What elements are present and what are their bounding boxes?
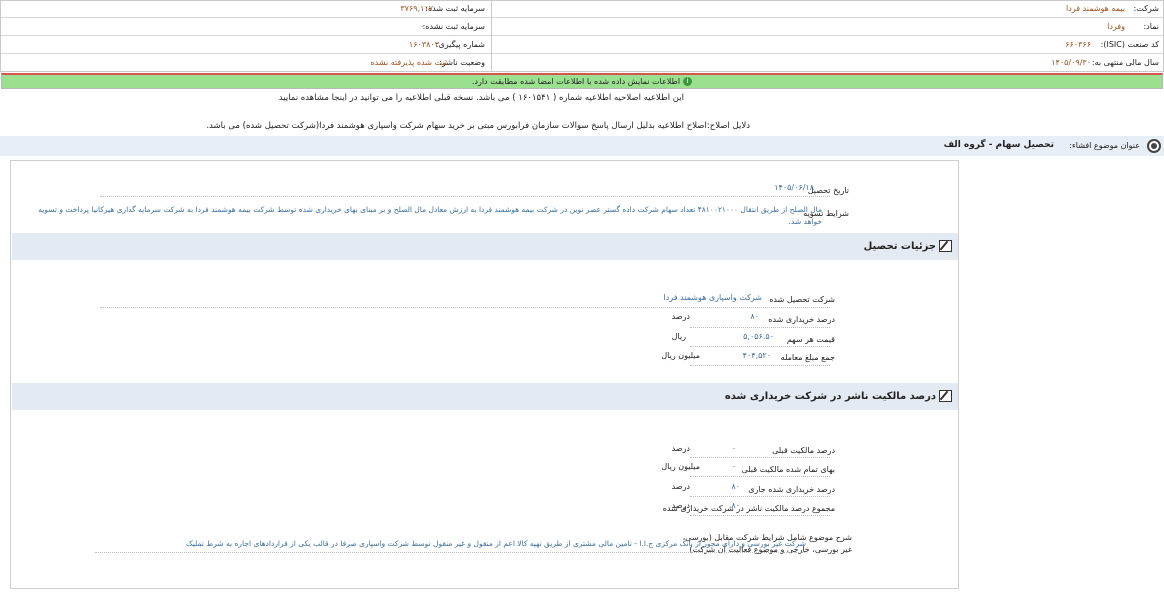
header-row-company: شرکت: بیمه هوشمند فردا [492, 1, 1163, 18]
acquired-company-label: شرکت تحصیل شده [769, 295, 835, 304]
target-icon [1147, 139, 1161, 153]
current-purchase-label: درصد خریداری شده جاری [748, 485, 835, 494]
header-row-fiscal: سال مالی منتهی به: ۱۴۰۵/۰۹/۳۰ [492, 55, 1163, 72]
company-value: بیمه هوشمند فردا [1066, 4, 1125, 13]
subject-value: تحصیل سهام - گروه الف [943, 140, 1054, 150]
verification-notice: iاطلاعات نمایش داده شده با اطلاعات امضا … [1, 73, 1163, 89]
share-price-unit: ریال [671, 332, 686, 341]
subject-bar: عنوان موضوع افشاء: تحصیل سهام - گروه الف [0, 136, 1164, 156]
row-divider [690, 476, 830, 477]
row-divider [95, 552, 805, 553]
current-purchase-value: ۸۰ [731, 482, 740, 491]
transaction-total-value: ۴۰۴,۵۲۰ [742, 351, 771, 360]
isic-label: کد صنعت (ISIC): [1100, 40, 1159, 49]
header-row-isic: کد صنعت (ISIC): ۶۶۰۳۶۶ [492, 37, 1163, 54]
header-row-capital-reg: سرمایه ثبت شده: ۳۷۶۹,۱۱۷ [1, 1, 491, 18]
details-section-header: جزئیات تحصیل [12, 233, 958, 260]
purchased-percent-unit: درصد [671, 312, 690, 321]
capital-unreg-label: سرمایه ثبت نشده: [422, 22, 485, 31]
correction-reason: دلایل اصلاح:اصلاح اطلاعیه بدلیل ارسال پا… [206, 121, 750, 131]
row-divider [690, 327, 830, 328]
prev-cost-value: ۰ [731, 462, 736, 471]
prev-cost-label: بهای تمام شده مالکیت قبلی [741, 465, 835, 474]
header-row-tracking: شماره پیگیری: ۱۶۰۳۸۰۳ [1, 37, 491, 54]
row-divider [100, 196, 830, 197]
row-divider [690, 496, 830, 497]
ownership-title-text: درصد مالکیت ناشر در شرکت خریداری شده [724, 391, 936, 402]
row-divider [690, 457, 830, 458]
transaction-total-unit: میلیون ریال [661, 351, 700, 360]
purchased-percent-value: ۸۰ [750, 312, 759, 321]
details-section-title: جزئیات تحصیل [864, 240, 952, 252]
prev-ownership-value: ۰ [731, 444, 736, 453]
purchased-percent-label: درصد خریداری شده [768, 315, 835, 324]
isic-value: ۶۶۰۳۶۶ [1065, 40, 1091, 49]
tracking-value[interactable]: ۱۶۰۳۸۰۳ [409, 37, 439, 53]
row-divider [690, 346, 830, 347]
company-label: شرکت: [1133, 4, 1159, 13]
header-row-status: وضعیت ناشر: ثبت شده پذیرفته نشده [1, 55, 491, 72]
correction-notice[interactable]: این اطلاعیه اصلاحیه اطلاعیه شماره ( ۱۶۰۱… [279, 93, 684, 103]
settlement-terms-line1: مال الصلح از طریق انتقال ۴۸۱۰۰۲۱۰۰۰ تعدا… [38, 205, 822, 214]
row-divider [100, 307, 830, 308]
symbol-label: نماد: [1143, 22, 1159, 31]
acquired-company-value[interactable]: شرکت واسپاری هوشمند فردا [664, 293, 763, 302]
counterparty-desc-value: شرکت غیر بورسی و دارای مجوز از بانک مرکز… [186, 539, 806, 548]
ownership-section-header: درصد مالکیت ناشر در شرکت خریداری شده [12, 383, 958, 410]
details-title-text: جزئیات تحصیل [863, 241, 936, 252]
fiscal-label: سال مالی منتهی به: [1091, 58, 1159, 67]
prev-cost-unit: میلیون ریال [661, 462, 700, 471]
symbol-value: وفردا [1107, 22, 1125, 31]
header-row-symbol: نماد: وفردا [492, 19, 1163, 36]
current-purchase-unit: درصد [671, 482, 690, 491]
prev-ownership-unit: درصد [671, 444, 690, 453]
capital-reg-label: سرمایه ثبت شده: [425, 4, 485, 13]
tracking-label: شماره پیگیری: [435, 40, 485, 49]
row-divider [690, 365, 830, 366]
subject-label: عنوان موضوع افشاء: [1069, 141, 1140, 150]
notice-text: اطلاعات نمایش داده شده با اطلاعات امضا ش… [471, 77, 681, 86]
status-value: ثبت شده پذیرفته نشده [370, 58, 447, 67]
transaction-total-label: جمع مبلغ معامله [780, 353, 835, 362]
share-price-value: ۵,۰۵۶.۵۰ [743, 332, 774, 341]
acquisition-date-value: ۱۴۰۵/۰۶/۱۸ [774, 183, 814, 192]
fiscal-value: ۱۴۰۵/۰۹/۳۰ [1051, 58, 1091, 67]
header-row-capital-unreg: سرمایه ثبت نشده: ۰ [1, 19, 491, 36]
edit-note-icon [939, 240, 952, 252]
capital-reg-value: ۳۷۶۹,۱۱۷ [400, 4, 433, 13]
header-table: شرکت: بیمه هوشمند فردا نماد: وفردا کد صن… [0, 0, 1164, 72]
capital-unreg-value: ۰ [420, 22, 425, 31]
prev-ownership-label: درصد مالکیت قبلی [772, 446, 835, 455]
share-price-label: قیمت هر سهم [786, 335, 835, 344]
info-icon: i [683, 77, 693, 86]
ownership-section-title: درصد مالکیت ناشر در شرکت خریداری شده [725, 390, 952, 402]
total-ownership-value: ۸۰ [731, 501, 740, 510]
settlement-terms-line2: خواهد شد. [788, 217, 822, 226]
row-divider [690, 515, 830, 516]
total-ownership-unit: درصد [671, 501, 690, 510]
edit-note-icon [939, 390, 952, 402]
